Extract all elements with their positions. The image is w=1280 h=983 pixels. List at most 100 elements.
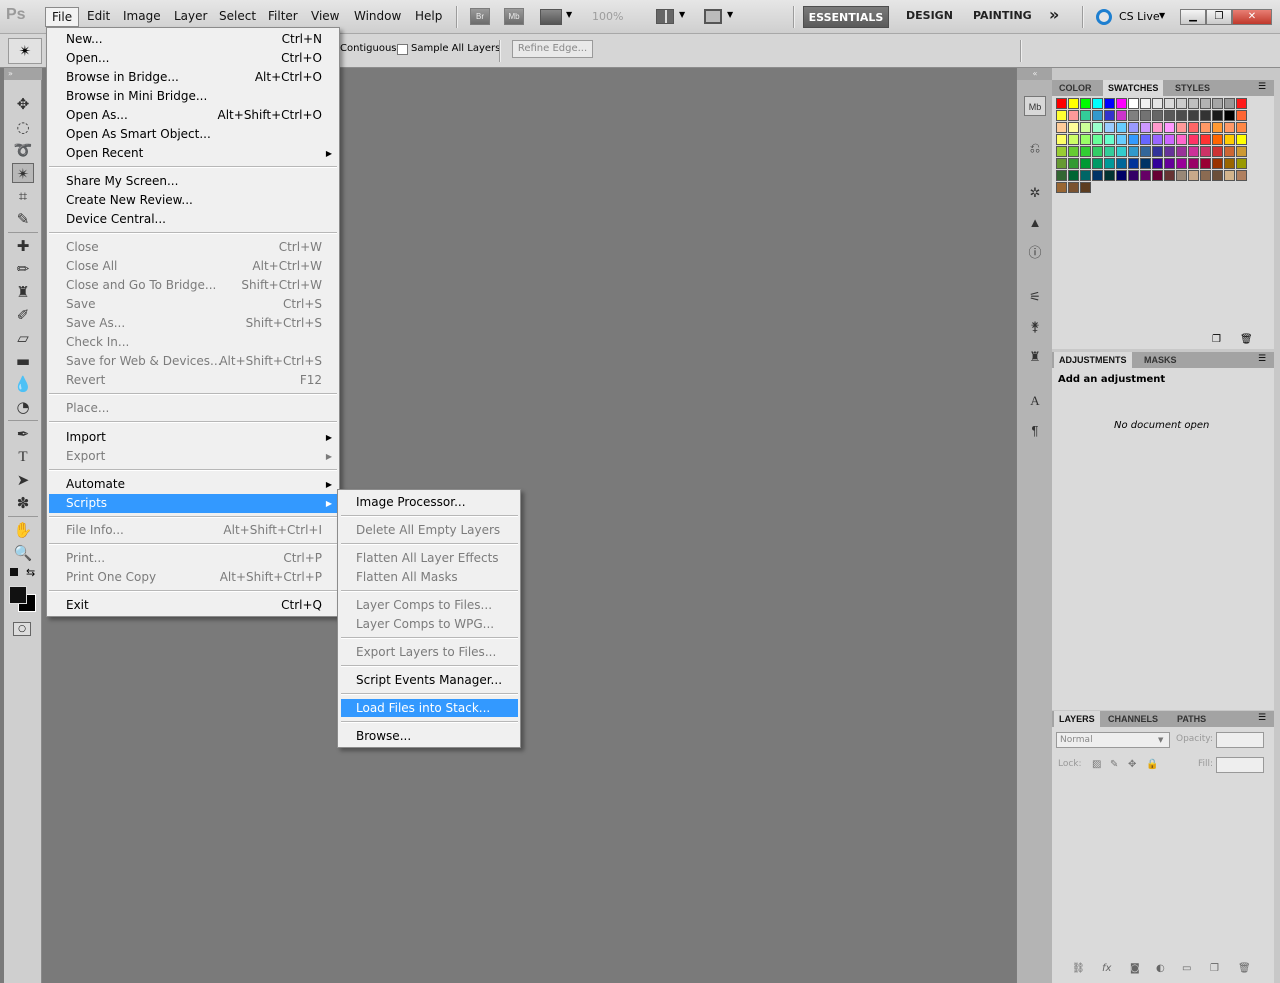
- color-swatch[interactable]: [1092, 158, 1103, 169]
- color-swatch[interactable]: [1188, 146, 1199, 157]
- color-swatch[interactable]: [1116, 146, 1127, 157]
- color-swatch[interactable]: [1164, 170, 1175, 181]
- color-swatch[interactable]: [1092, 122, 1103, 133]
- color-swatch[interactable]: [1056, 170, 1067, 181]
- menu-item-browse-bridge[interactable]: Browse in Bridge... Alt+Ctrl+O: [49, 68, 337, 87]
- eraser-tool-icon[interactable]: ▱: [12, 328, 34, 348]
- mini-bridge-button[interactable]: Mb: [504, 8, 524, 25]
- color-swatch[interactable]: [1188, 170, 1199, 181]
- new-group-icon[interactable]: ▭: [1182, 963, 1191, 974]
- color-swatch[interactable]: [1176, 170, 1187, 181]
- color-swatch[interactable]: [1140, 98, 1151, 109]
- menu-item-save-as[interactable]: Save As... Shift+Ctrl+S: [49, 314, 337, 333]
- color-swatch[interactable]: [1128, 98, 1139, 109]
- tab-adjustments[interactable]: ADJUSTMENTS: [1054, 352, 1132, 368]
- menu-item-browse[interactable]: Browse...: [341, 727, 518, 745]
- panel-menu-icon[interactable]: ☰: [1258, 354, 1266, 364]
- restore-button[interactable]: ❐: [1206, 9, 1232, 25]
- panel-menu-icon[interactable]: ☰: [1258, 713, 1266, 723]
- color-swatch[interactable]: [1068, 122, 1079, 133]
- color-swatch[interactable]: [1200, 98, 1211, 109]
- chevron-down-icon[interactable]: ▼: [1158, 736, 1163, 744]
- menu-view[interactable]: View: [311, 9, 339, 23]
- color-swatch[interactable]: [1224, 158, 1235, 169]
- histogram-panel-icon[interactable]: ▲: [1024, 213, 1046, 233]
- menu-item-open-as[interactable]: Open As... Alt+Shift+Ctrl+O: [49, 106, 337, 125]
- color-swatch[interactable]: [1080, 134, 1091, 145]
- color-swatch[interactable]: [1080, 98, 1091, 109]
- menu-edit[interactable]: Edit: [87, 9, 110, 23]
- refine-edge-button[interactable]: Refine Edge...: [512, 40, 593, 58]
- bridge-button[interactable]: Br: [470, 8, 490, 25]
- tab-swatches[interactable]: SWATCHES: [1103, 80, 1164, 96]
- zoom-level[interactable]: 100%: [592, 10, 623, 23]
- lock-transparency-icon[interactable]: ▨: [1092, 759, 1101, 770]
- workspace-design[interactable]: DESIGN: [906, 9, 953, 22]
- color-swatch[interactable]: [1236, 158, 1247, 169]
- color-swatch[interactable]: [1176, 158, 1187, 169]
- character-panel-icon[interactable]: A: [1024, 391, 1046, 411]
- color-swatch[interactable]: [1080, 158, 1091, 169]
- menu-help[interactable]: Help: [415, 9, 442, 23]
- menu-item-file-info[interactable]: File Info... Alt+Shift+Ctrl+I: [49, 521, 337, 540]
- menu-item-close[interactable]: Close Ctrl+W: [49, 238, 337, 257]
- new-layer-icon[interactable]: ❐: [1210, 963, 1219, 974]
- color-swatch[interactable]: [1068, 146, 1079, 157]
- color-swatch[interactable]: [1104, 134, 1115, 145]
- color-swatch[interactable]: [1092, 98, 1103, 109]
- color-swatch[interactable]: [1164, 110, 1175, 121]
- menu-item-device-central[interactable]: Device Central...: [49, 210, 337, 229]
- eyedropper-tool-icon[interactable]: ✎: [12, 209, 34, 229]
- color-swatch[interactable]: [1236, 98, 1247, 109]
- clone-stamp-tool-icon[interactable]: ♜: [12, 282, 34, 302]
- color-swatch[interactable]: [1056, 146, 1067, 157]
- menu-item-exit[interactable]: Exit Ctrl+Q: [49, 596, 337, 615]
- color-swatch[interactable]: [1068, 110, 1079, 121]
- color-swatch[interactable]: [1140, 110, 1151, 121]
- menu-item-open[interactable]: Open... Ctrl+O: [49, 49, 337, 68]
- color-swatch[interactable]: [1224, 110, 1235, 121]
- adjustment-layer-icon[interactable]: ◐: [1156, 963, 1165, 974]
- menu-item-import[interactable]: Import ▶: [49, 428, 337, 447]
- color-swatch[interactable]: [1080, 122, 1091, 133]
- foreground-color-swatch[interactable]: [9, 586, 27, 604]
- color-swatch[interactable]: [1068, 134, 1079, 145]
- menu-item-delete-empty-layers[interactable]: Delete All Empty Layers: [341, 521, 518, 539]
- color-swatch[interactable]: [1128, 146, 1139, 157]
- lasso-tool-icon[interactable]: ➰: [12, 140, 34, 160]
- blur-tool-icon[interactable]: 💧: [12, 374, 34, 394]
- info-panel-icon[interactable]: ⓘ: [1024, 243, 1046, 263]
- color-swatch[interactable]: [1212, 110, 1223, 121]
- color-swatch[interactable]: [1068, 98, 1079, 109]
- tab-styles[interactable]: STYLES: [1170, 80, 1215, 96]
- menu-item-open-smart-object[interactable]: Open As Smart Object...: [49, 125, 337, 144]
- chevron-down-icon[interactable]: ▼: [727, 10, 733, 19]
- color-swatch[interactable]: [1140, 146, 1151, 157]
- menu-select[interactable]: Select: [219, 9, 256, 23]
- tab-layers[interactable]: LAYERS: [1054, 711, 1100, 727]
- color-swatch[interactable]: [1116, 134, 1127, 145]
- color-swatch[interactable]: [1224, 134, 1235, 145]
- color-swatch[interactable]: [1164, 134, 1175, 145]
- color-swatch[interactable]: [1116, 122, 1127, 133]
- color-swatch[interactable]: [1128, 170, 1139, 181]
- close-button[interactable]: ✕: [1232, 9, 1272, 25]
- color-swatch[interactable]: [1140, 122, 1151, 133]
- menu-item-new[interactable]: New... Ctrl+N: [49, 30, 337, 49]
- color-swatch[interactable]: [1080, 110, 1091, 121]
- chevron-down-icon[interactable]: ▼: [566, 10, 572, 19]
- color-swatch[interactable]: [1128, 134, 1139, 145]
- brush-tool-icon[interactable]: ✏: [12, 259, 34, 279]
- panel-menu-icon[interactable]: ☰: [1258, 82, 1266, 92]
- color-swatch[interactable]: [1176, 110, 1187, 121]
- menu-window[interactable]: Window: [354, 9, 401, 23]
- color-swatch[interactable]: [1176, 122, 1187, 133]
- color-swatch[interactable]: [1212, 98, 1223, 109]
- minimize-button[interactable]: ▁: [1180, 9, 1206, 25]
- color-swatch[interactable]: [1140, 134, 1151, 145]
- menu-item-browse-mini-bridge[interactable]: Browse in Mini Bridge...: [49, 87, 337, 106]
- navigator-panel-icon[interactable]: ✲: [1024, 183, 1046, 203]
- color-swatch[interactable]: [1164, 98, 1175, 109]
- color-swatch[interactable]: [1056, 158, 1067, 169]
- quick-mask-icon[interactable]: ○: [13, 622, 31, 636]
